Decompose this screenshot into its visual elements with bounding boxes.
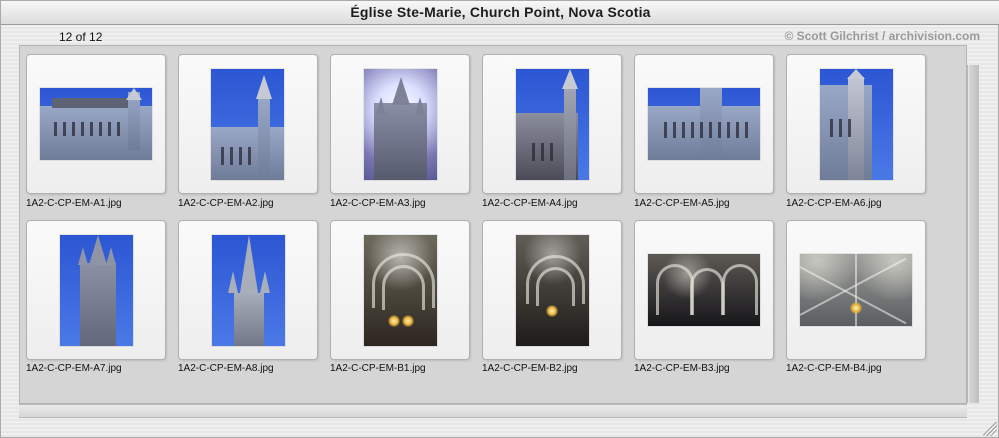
thumbnail-caption: 1A2-C-CP-EM-B2.jpg	[482, 363, 578, 374]
vertical-scrollbar-thumb[interactable]	[969, 65, 979, 403]
thumbnail-card[interactable]	[330, 220, 470, 360]
window-title: Église Ste-Marie, Church Point, Nova Sco…	[350, 4, 651, 20]
thumbnail-caption: 1A2-C-CP-EM-A2.jpg	[178, 198, 274, 209]
thumbnail-caption: 1A2-C-CP-EM-B4.jpg	[786, 363, 882, 374]
thumbnail-card[interactable]	[634, 54, 774, 194]
thumbnail-caption: 1A2-C-CP-EM-B1.jpg	[330, 363, 426, 374]
thumbnail-card[interactable]	[786, 220, 926, 360]
thumbnail-caption: 1A2-C-CP-EM-A3.jpg	[330, 198, 426, 209]
thumbnail-caption: 1A2-C-CP-EM-A7.jpg	[26, 363, 122, 374]
church-tower-corner-view-icon	[516, 69, 589, 180]
thumbnail-caption: 1A2-C-CP-EM-A1.jpg	[26, 198, 122, 209]
horizontal-scrollbar[interactable]	[19, 404, 967, 418]
thumbnail-card[interactable]	[786, 54, 926, 194]
interior-arches-view-icon	[648, 254, 760, 326]
church-facade-backlit-icon	[364, 69, 437, 180]
image-browser-window: Église Ste-Marie, Church Point, Nova Sco…	[0, 0, 999, 438]
thumbnail-caption: 1A2-C-CP-EM-A8.jpg	[178, 363, 274, 374]
vertical-scrollbar[interactable]	[967, 65, 979, 403]
thumbnail-caption: 1A2-C-CP-EM-B3.jpg	[634, 363, 730, 374]
thumbnail-caption: 1A2-C-CP-EM-A6.jpg	[786, 198, 882, 209]
thumbnail-card[interactable]	[26, 220, 166, 360]
spire-closeup-view-icon	[212, 235, 285, 346]
resize-grip-icon[interactable]	[983, 422, 997, 436]
title-bar[interactable]: Église Ste-Marie, Church Point, Nova Sco…	[1, 1, 999, 25]
interior-nave-view-icon	[364, 235, 437, 346]
thumbnail-card[interactable]	[178, 220, 318, 360]
church-side-elevation-icon	[648, 88, 760, 160]
thumbnail-caption: 1A2-C-CP-EM-A5.jpg	[634, 198, 730, 209]
spire-cluster-view-icon	[60, 235, 133, 346]
thumbnail-card[interactable]	[482, 220, 622, 360]
thumbnail-card[interactable]	[330, 54, 470, 194]
church-tower-side-view-icon	[211, 69, 284, 180]
credit-text: © Scott Gilchrist / archivision.com	[784, 29, 980, 43]
thumbnail-card[interactable]	[26, 54, 166, 194]
image-count: 12 of 12	[59, 30, 103, 44]
church-side-view-icon	[40, 88, 152, 160]
interior-aisle-view-icon	[516, 235, 589, 346]
thumbnail-card[interactable]	[482, 54, 622, 194]
ceiling-vault-view-icon	[800, 254, 912, 326]
thumbnail-caption: 1A2-C-CP-EM-A4.jpg	[482, 198, 578, 209]
church-corner-tower-icon	[820, 69, 893, 180]
thumbnail-card[interactable]	[634, 220, 774, 360]
thumbnail-card[interactable]	[178, 54, 318, 194]
